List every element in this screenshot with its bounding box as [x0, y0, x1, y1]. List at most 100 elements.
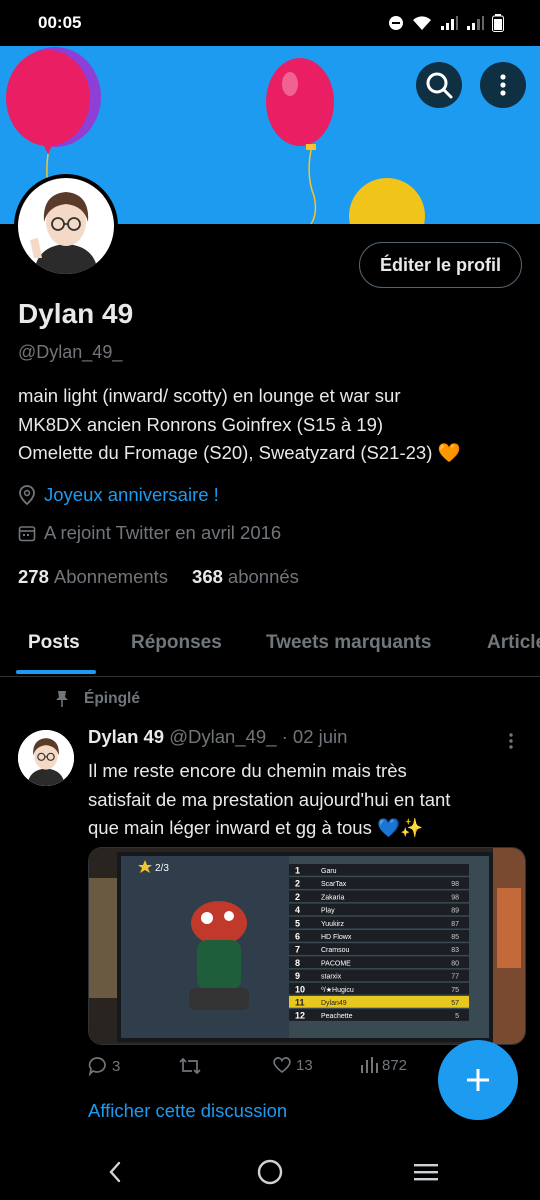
tweet-text-line: Il me reste encore du chemin mais très [88, 760, 407, 781]
leaderboard-name: Zakaria [321, 894, 344, 901]
leaderboard-score: 83 [451, 947, 459, 954]
more-options-button[interactable] [480, 62, 526, 108]
home-button[interactable] [253, 1155, 287, 1189]
leaderboard-row [289, 956, 469, 969]
signal-icon-2 [467, 16, 484, 30]
status-icons [388, 14, 504, 32]
retweet-icon [179, 1057, 201, 1075]
profile-avatar[interactable] [14, 174, 118, 278]
race-position: 2/3 [155, 863, 169, 874]
birthday-link[interactable]: Joyeux anniversaire ! [44, 484, 219, 506]
show-thread-link[interactable]: Afficher cette discussion [88, 1100, 287, 1122]
bio-line: main light (inward/ scotty) en lounge et… [18, 385, 401, 406]
leaderboard-score: 80 [451, 960, 459, 967]
leaderboard-name: Play [321, 908, 335, 915]
leaderboard-rank: 1 [295, 866, 300, 876]
leaderboard-rank: 5 [295, 918, 300, 928]
tweet-author-handle[interactable]: @Dylan_49_ [169, 726, 276, 747]
tweet-author-avatar[interactable] [18, 730, 74, 786]
tweet-text: Il me reste encore du chemin mais très s… [88, 757, 528, 843]
leaderboard-rank: 6 [295, 932, 300, 942]
like-count: 13 [296, 1056, 313, 1074]
back-button[interactable] [98, 1155, 132, 1189]
leaderboard-rank: 8 [295, 958, 300, 968]
status-time: 00:05 [38, 13, 82, 32]
active-tab-indicator [16, 670, 96, 674]
leaderboard-row [289, 916, 469, 929]
joined-row: A rejoint Twitter en avril 2016 [18, 522, 281, 544]
bio-line: MK8DX ancien Ronrons Goinfrex (S15 à 19) [18, 413, 384, 435]
leaderboard-rank: 2 [295, 879, 300, 889]
joined-date: A rejoint Twitter en avril 2016 [44, 522, 282, 543]
plus-icon [467, 1069, 489, 1091]
battery-icon [492, 14, 504, 32]
leaderboard-name: Peachette [321, 1013, 353, 1020]
retweet-button[interactable] [178, 1056, 206, 1076]
tab-highlights[interactable]: Tweets marquants [266, 632, 431, 654]
birthday-row[interactable]: Joyeux anniversaire ! [18, 484, 219, 506]
tweet-text-line: satisfait de ma prestation aujourd'hui e… [88, 788, 451, 810]
home-circle-icon [257, 1159, 283, 1185]
status-bar: 00:05 [0, 0, 540, 46]
bio-line: Omelette du Fromage (S20), Sweatyzard (S… [18, 442, 461, 463]
leaderboard-rank: 4 [295, 905, 300, 915]
recent-apps-button[interactable] [409, 1155, 443, 1189]
race-results-photo: 2/3 1 Garu2 ScarTax 982 Zakaria 984 Play 895 Yuu… [89, 848, 525, 1044]
search-button[interactable] [416, 62, 462, 108]
leaderboard-rank: 9 [295, 971, 300, 981]
leaderboard-row [289, 982, 469, 995]
edit-profile-button[interactable]: Éditer le profil [358, 242, 522, 288]
leaderboard-name: ScarTax [321, 881, 347, 888]
leaderboard-score: 98 [451, 881, 459, 888]
search-icon [426, 72, 453, 99]
leaderboard-name: starxix [321, 974, 342, 981]
tweet-actions: 3 13 872 [88, 1056, 428, 1082]
reply-count: 3 [112, 1057, 121, 1075]
leaderboard-row [289, 1009, 469, 1021]
leaderboard-score: 85 [451, 934, 459, 941]
pinned-indicator: Épinglé [54, 690, 140, 708]
leaderboard-name: Yuukirz [321, 921, 344, 928]
leaderboard-row [289, 877, 469, 889]
avatar-image [18, 730, 74, 786]
signal-icon [441, 16, 458, 30]
tab-posts[interactable]: Posts [28, 632, 80, 654]
leaderboard-score: 5 [455, 1013, 459, 1020]
leaderboard-name: PACOME [321, 960, 351, 967]
tweet-media-image[interactable]: 2/3 1 Garu 2 ScarTax 98 2 Zakaria 98 4 Play 89 5 Yuu… [88, 847, 526, 1045]
leaderboard-score: 89 [451, 908, 459, 915]
tweet-author-name[interactable]: Dylan 49 [88, 726, 164, 747]
avatar-image [18, 178, 114, 274]
pinned-label: Épinglé [84, 690, 140, 707]
leaderboard-row [289, 864, 469, 876]
tab-replies[interactable]: Réponses [131, 632, 222, 654]
tweet-date[interactable]: · 02 juin [282, 726, 348, 747]
reply-button[interactable]: 3 [88, 1056, 120, 1076]
system-navigation-bar [0, 1140, 540, 1200]
leaderboard-score: 57 [451, 1000, 459, 1007]
views-button[interactable]: 872 [360, 1056, 407, 1074]
display-name: Dylan 49 [18, 298, 134, 329]
compose-button[interactable] [438, 1040, 518, 1120]
like-button[interactable]: 13 [272, 1056, 313, 1074]
tab-articles[interactable]: Articles [487, 632, 540, 654]
profile-tabs: Posts Réponses Tweets marquants Articles [0, 620, 540, 677]
leaderboard-name: ⁰/★Hugicu [321, 986, 354, 994]
back-chevron-icon [109, 1161, 121, 1183]
following-link[interactable]: 278 Abonnements [18, 566, 168, 588]
leaderboard-name: Garu [321, 868, 337, 875]
leaderboard-score: 87 [451, 921, 459, 928]
leaderboard-rank: 10 [295, 984, 305, 994]
heart-icon [273, 1057, 291, 1074]
followers-link[interactable]: 368 abonnés [192, 566, 299, 588]
tweet-header: Dylan 49 @Dylan_49_ · 02 juin [88, 726, 347, 748]
leaderboard-rank: 2 [295, 892, 300, 902]
tweet-more-icon[interactable] [508, 732, 514, 750]
menu-lines-icon [414, 1164, 438, 1181]
following-label: Abonnements [53, 566, 169, 587]
more-vertical-icon [500, 74, 506, 96]
leaderboard-rank: 7 [295, 945, 300, 955]
analytics-icon [361, 1057, 378, 1073]
leaderboard-name: Dylan49 [321, 1000, 347, 1007]
views-count: 872 [382, 1056, 408, 1074]
